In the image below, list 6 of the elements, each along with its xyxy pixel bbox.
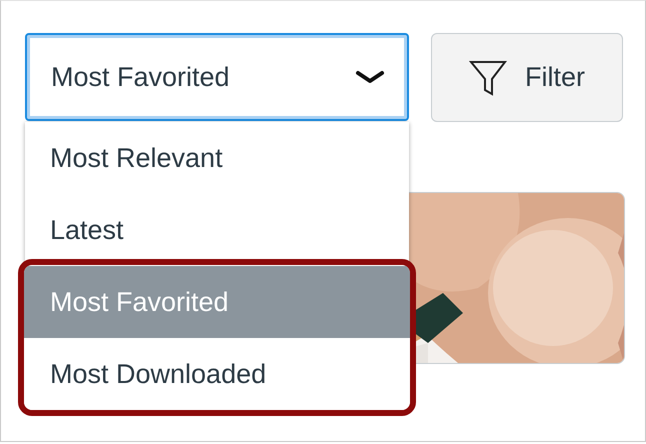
filter-button[interactable]: Filter: [431, 33, 623, 122]
funnel-icon: [469, 60, 507, 96]
sort-option[interactable]: Most Downloaded: [24, 338, 410, 410]
chevron-down-icon: [355, 70, 385, 84]
sort-select[interactable]: Most Favorited: [25, 33, 409, 121]
sort-option[interactable]: Most Relevant: [25, 122, 409, 194]
